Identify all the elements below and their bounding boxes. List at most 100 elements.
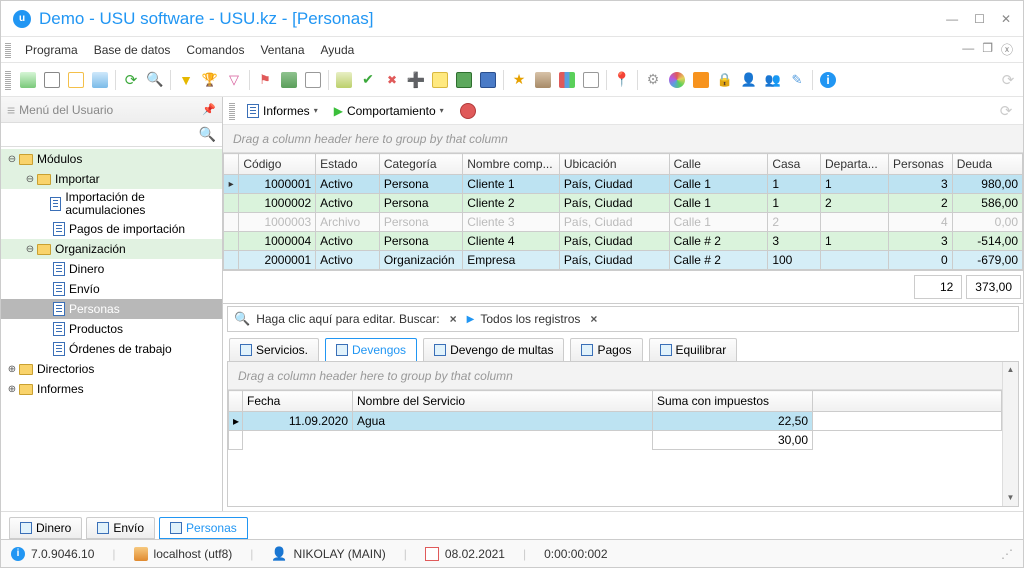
tree-node-imp-pagos[interactable]: Pagos de importación xyxy=(1,219,222,239)
col-estado[interactable]: Estado xyxy=(316,154,380,175)
col-departa[interactable]: Departa... xyxy=(821,154,889,175)
group-header-main[interactable]: Drag a column header here to group by th… xyxy=(223,125,1023,153)
main-grid[interactable]: Código Estado Categoría Nombre comp... U… xyxy=(223,153,1023,304)
status-resize-grip[interactable]: ⋰ xyxy=(1001,547,1013,561)
close-button[interactable]: ✕ xyxy=(1001,12,1011,26)
tool-user-icon[interactable]: 👤 xyxy=(738,69,760,91)
grid-row[interactable]: 1000004ActivoPersonaCliente 4País, Ciuda… xyxy=(224,232,1023,251)
tree-node-ordenes[interactable]: Órdenes de trabajo xyxy=(1,339,222,359)
tree-node-dinero[interactable]: Dinero xyxy=(1,259,222,279)
content-toolbar-grip[interactable] xyxy=(229,102,235,120)
tool-word-icon[interactable] xyxy=(477,69,499,91)
tab-devengo-multas[interactable]: Devengo de multas xyxy=(423,338,564,361)
tool-trophy-icon[interactable]: 🏆 xyxy=(199,69,221,91)
scroll-down-icon[interactable]: ▼ xyxy=(1003,490,1018,506)
mdi-minimize-button[interactable]: — xyxy=(962,41,974,58)
sidebar-menu-icon[interactable]: ≡ xyxy=(7,102,15,118)
tree-node-importar[interactable]: ⊖Importar xyxy=(1,169,222,189)
mdi-close-button[interactable]: ⓧ xyxy=(1001,41,1013,58)
tool-refresh-icon[interactable]: ⟳ xyxy=(120,69,142,91)
ws-tab-envio[interactable]: Envío xyxy=(86,517,155,539)
tool-open-icon[interactable] xyxy=(41,69,63,91)
tree-node-organizacion[interactable]: ⊖Organización xyxy=(1,239,222,259)
tool-image-icon[interactable] xyxy=(278,69,300,91)
detail-scrollbar[interactable]: ▲ ▼ xyxy=(1002,362,1018,506)
tab-servicios[interactable]: Servicios. xyxy=(229,338,319,361)
tool-sync-icon[interactable]: ⟳ xyxy=(997,69,1019,91)
content-sync-icon[interactable]: ⟳ xyxy=(995,100,1017,122)
tree-node-envio[interactable]: Envío xyxy=(1,279,222,299)
tab-equilibrar[interactable]: Equilibrar xyxy=(649,338,738,361)
menu-comandos[interactable]: Comandos xyxy=(178,40,252,60)
menu-ayuda[interactable]: Ayuda xyxy=(313,40,363,60)
filter-chevron-icon[interactable]: ▶ xyxy=(467,314,475,325)
tool-check-icon[interactable]: ✔ xyxy=(357,69,379,91)
tool-cancel-icon[interactable]: ✖ xyxy=(381,69,403,91)
tool-chart-icon[interactable] xyxy=(556,69,578,91)
tab-devengos[interactable]: Devengos xyxy=(325,338,417,361)
group-header-detail[interactable]: Drag a column header here to group by th… xyxy=(228,362,1002,390)
detail-grid[interactable]: Fecha Nombre del Servicio Suma con impue… xyxy=(228,390,1002,450)
tool-add-icon[interactable]: ➕ xyxy=(405,69,427,91)
tree-node-imp-acum[interactable]: Importación de acumulaciones xyxy=(1,189,222,219)
tab-pagos[interactable]: Pagos xyxy=(570,338,642,361)
filter-bar[interactable]: 🔍 Haga clic aquí para editar. Buscar: × … xyxy=(227,306,1019,332)
tool-funnel-icon[interactable]: ▽ xyxy=(223,69,245,91)
maximize-button[interactable]: ☐ xyxy=(974,12,985,26)
tool-search-icon[interactable]: 🔍 xyxy=(144,69,166,91)
tool-filter-icon[interactable]: ▼ xyxy=(175,69,197,91)
grid-row[interactable]: 1000002ActivoPersonaCliente 2País, Ciuda… xyxy=(224,194,1023,213)
col-deuda[interactable]: Deuda xyxy=(952,154,1022,175)
detail-row[interactable]: ▸ 11.09.2020 Agua 22,50 xyxy=(229,412,1002,431)
tool-users-icon[interactable]: 👥 xyxy=(762,69,784,91)
tool-import-icon[interactable] xyxy=(333,69,355,91)
tool-new-icon[interactable] xyxy=(17,69,39,91)
tool-gear-icon[interactable]: ⚙ xyxy=(642,69,664,91)
menubar-grip[interactable] xyxy=(5,42,11,58)
mdi-restore-button[interactable]: ❐ xyxy=(982,41,993,58)
scroll-up-icon[interactable]: ▲ xyxy=(1003,362,1018,378)
tool-brush-icon[interactable]: ✎ xyxy=(786,69,808,91)
col-ubicacion[interactable]: Ubicación xyxy=(559,154,669,175)
tool-doc-icon[interactable] xyxy=(302,69,324,91)
tool-star-icon[interactable]: ★ xyxy=(508,69,530,91)
tool-rss-icon[interactable] xyxy=(690,69,712,91)
sidebar-search[interactable]: 🔍 xyxy=(1,123,222,147)
tool-info-icon[interactable]: i xyxy=(817,69,839,91)
col-nombre[interactable]: Nombre comp... xyxy=(463,154,560,175)
col-casa[interactable]: Casa xyxy=(768,154,821,175)
filter-clear-icon[interactable]: × xyxy=(450,312,457,326)
toolbar-grip[interactable] xyxy=(5,70,11,90)
col-codigo[interactable]: Código xyxy=(239,154,316,175)
tree-node-modulos[interactable]: ⊖Módulos xyxy=(1,149,222,169)
tool-note-icon[interactable] xyxy=(429,69,451,91)
tool-pin-icon[interactable]: 📍 xyxy=(611,69,633,91)
minimize-button[interactable]: — xyxy=(946,12,958,26)
tool-edit-icon[interactable] xyxy=(65,69,87,91)
tool-icon-4[interactable] xyxy=(89,69,111,91)
informes-dropdown[interactable]: Informes▾ xyxy=(241,102,324,120)
tree-node-personas[interactable]: Personas xyxy=(1,299,222,319)
menu-ventana[interactable]: Ventana xyxy=(252,40,312,60)
col-categoria[interactable]: Categoría xyxy=(379,154,462,175)
tree-node-productos[interactable]: Productos xyxy=(1,319,222,339)
tool-box-icon[interactable] xyxy=(532,69,554,91)
dcol-suma[interactable]: Suma con impuestos xyxy=(653,391,813,412)
sidebar-pin-icon[interactable]: 📌 xyxy=(202,103,216,116)
content-stop-button[interactable] xyxy=(454,101,482,121)
col-calle[interactable]: Calle xyxy=(669,154,768,175)
tool-calendar-icon[interactable] xyxy=(580,69,602,91)
tool-color-icon[interactable] xyxy=(666,69,688,91)
col-personas[interactable]: Personas xyxy=(889,154,953,175)
tool-lock-icon[interactable]: 🔒 xyxy=(714,69,736,91)
comportamiento-dropdown[interactable]: ▶ Comportamiento▾ xyxy=(328,102,450,120)
tree-node-directorios[interactable]: ⊕Directorios xyxy=(1,359,222,379)
filter-clear-all-icon[interactable]: × xyxy=(590,312,597,326)
menu-programa[interactable]: Programa xyxy=(17,40,86,60)
grid-row[interactable]: 2000001ActivoOrganizaciónEmpresaPaís, Ci… xyxy=(224,251,1023,270)
tree-node-informes[interactable]: ⊕Informes xyxy=(1,379,222,399)
tool-excel-icon[interactable] xyxy=(453,69,475,91)
menu-basededatos[interactable]: Base de datos xyxy=(86,40,179,60)
tool-flag-icon[interactable]: ⚑ xyxy=(254,69,276,91)
dcol-nombre[interactable]: Nombre del Servicio xyxy=(353,391,653,412)
